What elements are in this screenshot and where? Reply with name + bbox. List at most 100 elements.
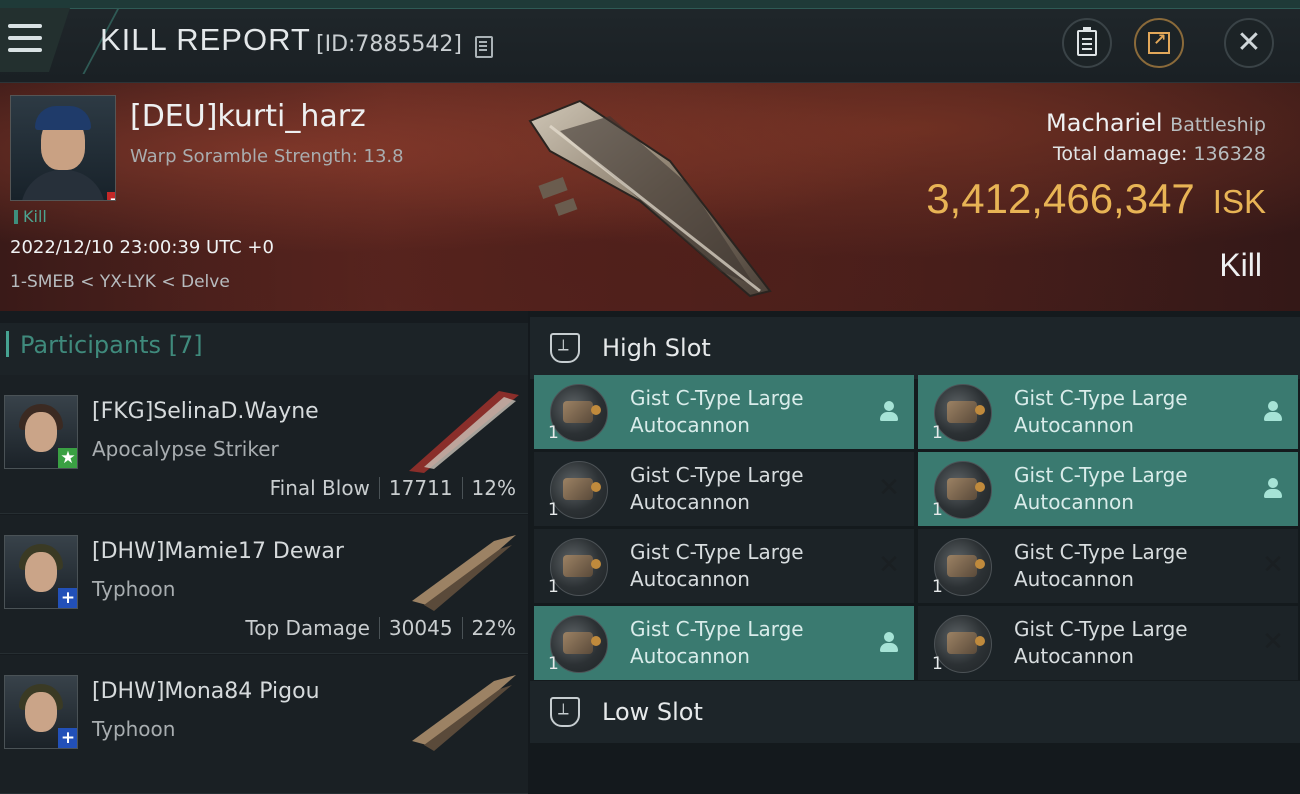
close-icon: ✕ — [1236, 25, 1262, 60]
clipboard-button[interactable] — [1062, 18, 1112, 68]
module-name: Gist C-Type Large Autocannon — [630, 539, 850, 593]
ship-class: Battleship — [1170, 114, 1266, 136]
module-quantity: 1 — [548, 654, 559, 674]
victim-subtitle: Warp Soramble Strength: 13.8 — [130, 146, 404, 167]
participants-panel: Participants [7] ★ [FKG]SelinaD.Wayne Ap… — [0, 311, 528, 794]
participant-name: [FKG]SelinaD.Wayne — [92, 399, 319, 424]
high-slot-title: High Slot — [602, 334, 711, 362]
module-name-line1: Gist C-Type Large — [630, 540, 804, 564]
participant-stats: Top Damage 30045 22% — [245, 616, 516, 640]
module-name: Gist C-Type Large Autocannon — [1014, 462, 1234, 516]
standing-plus-icon: + — [58, 728, 77, 748]
module-tile[interactable]: 1 Gist C-Type Large Autocannon ✕ — [918, 606, 1298, 680]
module-name-line1: Gist C-Type Large — [1014, 540, 1188, 564]
module-tile[interactable]: 1 Gist C-Type Large Autocannon — [534, 606, 914, 680]
module-name-line1: Gist C-Type Large — [1014, 386, 1188, 410]
module-quantity: 1 — [932, 654, 943, 674]
module-name-line2: Autocannon — [1014, 644, 1134, 668]
destroyed-x-icon: ✕ — [1262, 627, 1284, 657]
isk-amount: 3,412,466,347 — [926, 175, 1195, 222]
participant-name: [DHW]Mona84 Pigou — [92, 679, 320, 704]
dropped-person-icon — [1262, 478, 1284, 500]
module-name-line2: Autocannon — [630, 644, 750, 668]
module-tile[interactable]: 1 Gist C-Type Large Autocannon ✕ — [534, 452, 914, 526]
module-name: Gist C-Type Large Autocannon — [1014, 539, 1234, 593]
kill-summary: − [DEU]kurti_harz Warp Soramble Strength… — [0, 83, 1300, 311]
participant-damage: 30045 — [388, 616, 453, 640]
participant-row[interactable]: + [DHW]Mamie17 Dewar Typhoon Top Damage 3… — [0, 515, 528, 654]
share-icon — [1148, 30, 1170, 54]
module-quantity: 1 — [548, 577, 559, 597]
participant-row[interactable]: + [DHW]Mona84 Pigou Typhoon — [0, 655, 528, 794]
module-tile[interactable]: 1 Gist C-Type Large Autocannon ✕ — [534, 529, 914, 603]
total-damage-value: 136328 — [1193, 143, 1266, 165]
module-quantity: 1 — [548, 423, 559, 443]
kill-tag: Kill — [14, 207, 47, 226]
module-quantity: 1 — [932, 423, 943, 443]
participant-percent: 22% — [471, 616, 516, 640]
module-name: Gist C-Type Large Autocannon — [630, 462, 850, 516]
participant-ship: Typhoon — [92, 717, 176, 741]
participant-ship-image — [412, 675, 516, 751]
participant-portrait[interactable]: ★ — [4, 395, 78, 469]
module-name-line2: Autocannon — [630, 567, 750, 591]
module-name: Gist C-Type Large Autocannon — [1014, 385, 1234, 439]
kill-result: Kill — [1219, 247, 1262, 283]
module-name-line1: Gist C-Type Large — [630, 386, 804, 410]
copy-icon[interactable] — [475, 36, 493, 58]
standing-star-icon: ★ — [58, 448, 77, 468]
fitting-panel: High Slot 1 Gist C-Type Large Autocannon 1 G… — [530, 311, 1300, 750]
module-tile[interactable]: 1 Gist C-Type Large Autocannon — [918, 452, 1298, 526]
clipboard-icon — [1077, 27, 1097, 56]
ship-name-text: Machariel — [1046, 109, 1163, 137]
kill-timestamp: 2022/12/10 23:00:39 UTC +0 — [10, 237, 274, 258]
module-name-line2: Autocannon — [1014, 413, 1134, 437]
participant-ship-image — [412, 535, 516, 611]
module-name-line2: Autocannon — [1014, 567, 1134, 591]
module-name: Gist C-Type Large Autocannon — [630, 616, 850, 670]
isk-unit: ISK — [1212, 183, 1266, 220]
module-tile[interactable]: 1 Gist C-Type Large Autocannon ✕ — [918, 529, 1298, 603]
module-name: Gist C-Type Large Autocannon — [1014, 616, 1234, 670]
participants-header: Participants [7] — [0, 323, 528, 375]
high-slot-icon — [550, 333, 580, 363]
victim-ship-name[interactable]: Machariel Battleship — [1046, 109, 1266, 137]
victim-ship-image[interactable] — [520, 91, 780, 301]
high-slot-header: High Slot — [530, 317, 1300, 379]
module-name-line1: Gist C-Type Large — [1014, 463, 1188, 487]
module-name-line1: Gist C-Type Large — [630, 463, 804, 487]
victim-portrait[interactable]: − — [10, 95, 116, 201]
page-title: KILL REPORT — [100, 22, 311, 57]
victim-name[interactable]: [DEU]kurti_harz — [130, 99, 366, 134]
participant-role: Final Blow — [269, 476, 370, 500]
module-tile[interactable]: 1 Gist C-Type Large Autocannon — [918, 375, 1298, 449]
isk-value: 3,412,466,347 ISK — [926, 175, 1266, 223]
kill-location[interactable]: 1-SMEB < YX-LYK < Delve — [10, 272, 230, 292]
total-damage: Total damage: 136328 — [1053, 143, 1266, 165]
hostile-status-badge: − — [107, 192, 115, 200]
dropped-person-icon — [878, 401, 900, 423]
participant-ship: Apocalypse Striker — [92, 437, 279, 461]
participant-portrait[interactable]: + — [4, 535, 78, 609]
close-button[interactable]: ✕ — [1224, 18, 1274, 68]
module-name-line2: Autocannon — [630, 413, 750, 437]
total-damage-label: Total damage: — [1053, 143, 1188, 165]
dropped-person-icon — [878, 632, 900, 654]
module-tile[interactable]: 1 Gist C-Type Large Autocannon — [534, 375, 914, 449]
participant-portrait[interactable]: + — [4, 675, 78, 749]
module-quantity: 1 — [932, 577, 943, 597]
participant-name: [DHW]Mamie17 Dewar — [92, 539, 344, 564]
destroyed-x-icon: ✕ — [1262, 550, 1284, 580]
module-name-line1: Gist C-Type Large — [630, 617, 804, 641]
participant-ship: Typhoon — [92, 577, 176, 601]
participant-row[interactable]: ★ [FKG]SelinaD.Wayne Apocalypse Striker … — [0, 375, 528, 514]
low-slot-header: Low Slot — [530, 681, 1300, 743]
dropped-person-icon — [1262, 401, 1284, 423]
share-button[interactable] — [1134, 18, 1184, 68]
module-name-line2: Autocannon — [1014, 490, 1134, 514]
module-name: Gist C-Type Large Autocannon — [630, 385, 850, 439]
low-slot-title: Low Slot — [602, 698, 703, 726]
module-quantity: 1 — [548, 500, 559, 520]
low-slot-icon — [550, 697, 580, 727]
standing-plus-icon: + — [58, 588, 77, 608]
